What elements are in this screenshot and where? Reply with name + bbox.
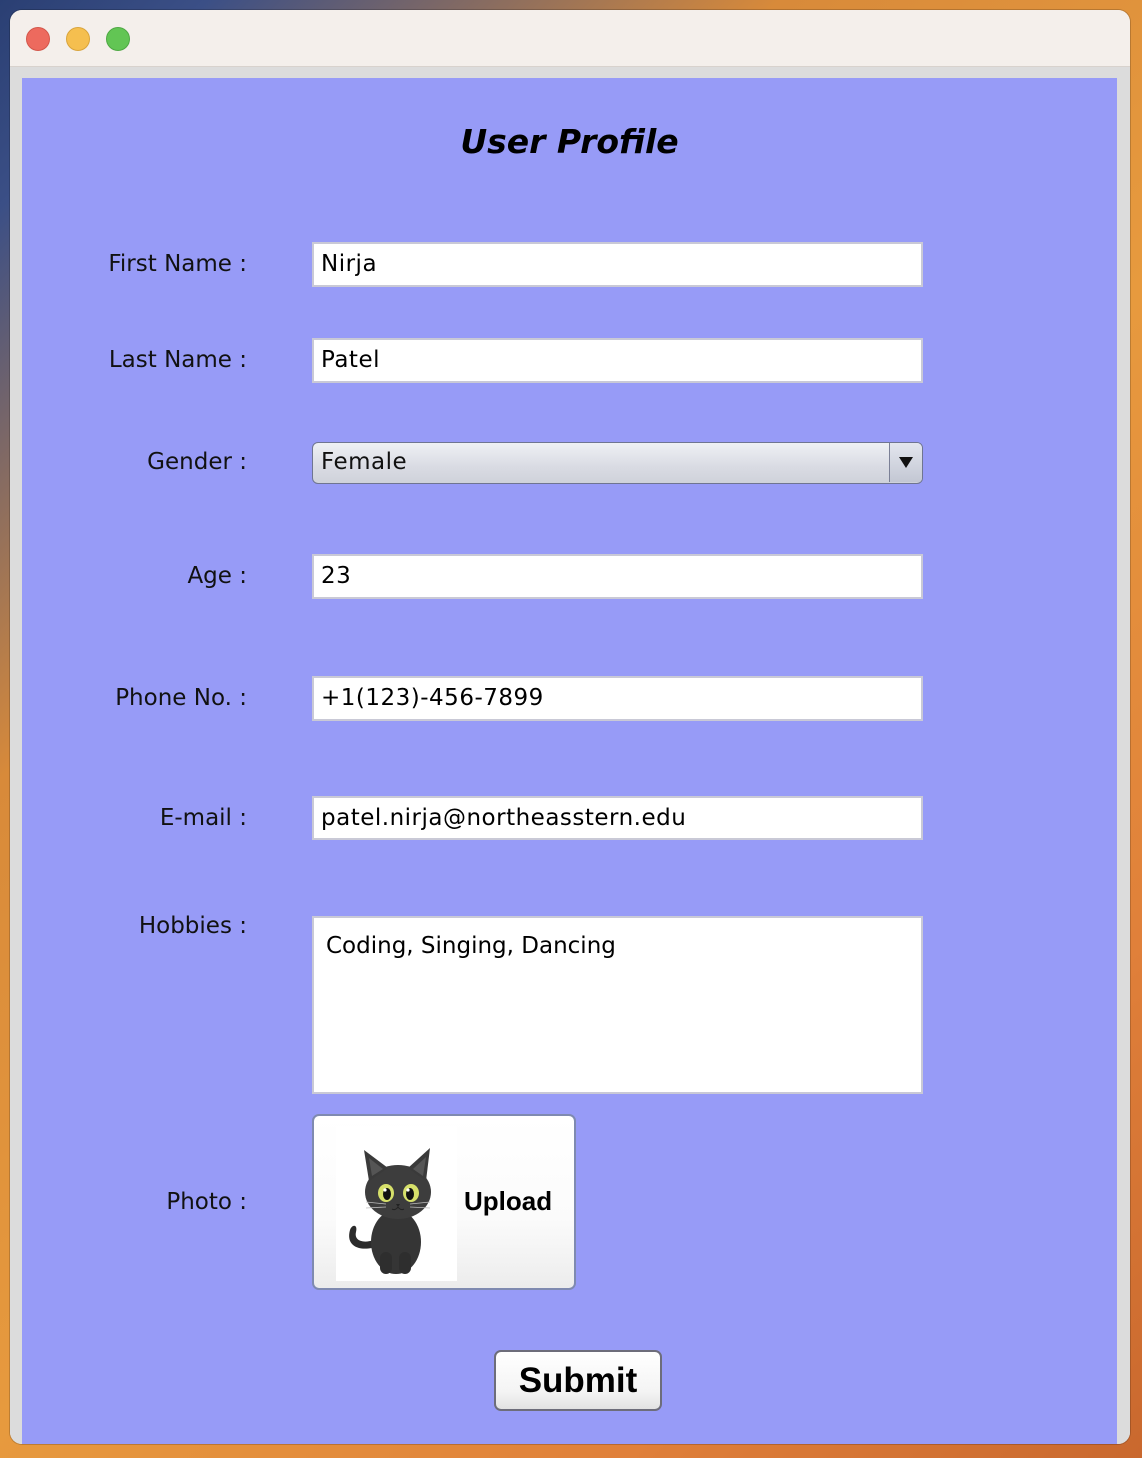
first-name-label: First Name :	[108, 251, 247, 277]
chevron-down-icon	[899, 457, 913, 468]
gender-selected-value: Female	[321, 449, 408, 475]
photo-thumbnail	[336, 1126, 457, 1281]
app-window: User Profile First Name : Nirja Last Nam…	[10, 10, 1130, 1444]
upload-label: Upload	[464, 1186, 553, 1216]
phone-label: Phone No. :	[115, 685, 247, 711]
upload-photo-button[interactable]: Upload	[312, 1114, 576, 1290]
black-cat-icon	[349, 1148, 431, 1274]
user-profile-panel: User Profile First Name : Nirja Last Nam…	[22, 78, 1117, 1444]
page-title: User Profile	[460, 122, 679, 161]
gender-label: Gender :	[147, 449, 247, 475]
phone-input[interactable]: +1(123)-456-7899	[312, 676, 923, 721]
maximize-button[interactable]	[106, 27, 130, 51]
title-bar[interactable]	[10, 10, 1130, 67]
hobbies-textarea[interactable]: Coding, Singing, Dancing	[312, 916, 923, 1094]
age-input[interactable]: 23	[312, 554, 923, 599]
last-name-label: Last Name :	[108, 347, 247, 373]
email-input[interactable]: patel.nirja@northeasstern.edu	[312, 796, 923, 840]
gender-select[interactable]: Female	[312, 442, 923, 484]
close-button[interactable]	[26, 27, 50, 51]
age-label: Age :	[187, 563, 247, 589]
dropdown-arrow-button[interactable]	[889, 443, 922, 482]
minimize-button[interactable]	[66, 27, 90, 51]
photo-label: Photo :	[166, 1189, 247, 1215]
first-name-input[interactable]: Nirja	[312, 242, 923, 287]
window-content: User Profile First Name : Nirja Last Nam…	[10, 67, 1130, 1444]
email-label: E-mail :	[159, 805, 247, 831]
last-name-input[interactable]: Patel	[312, 338, 923, 383]
submit-button[interactable]: Submit	[494, 1350, 662, 1411]
hobbies-label: Hobbies :	[138, 913, 247, 939]
